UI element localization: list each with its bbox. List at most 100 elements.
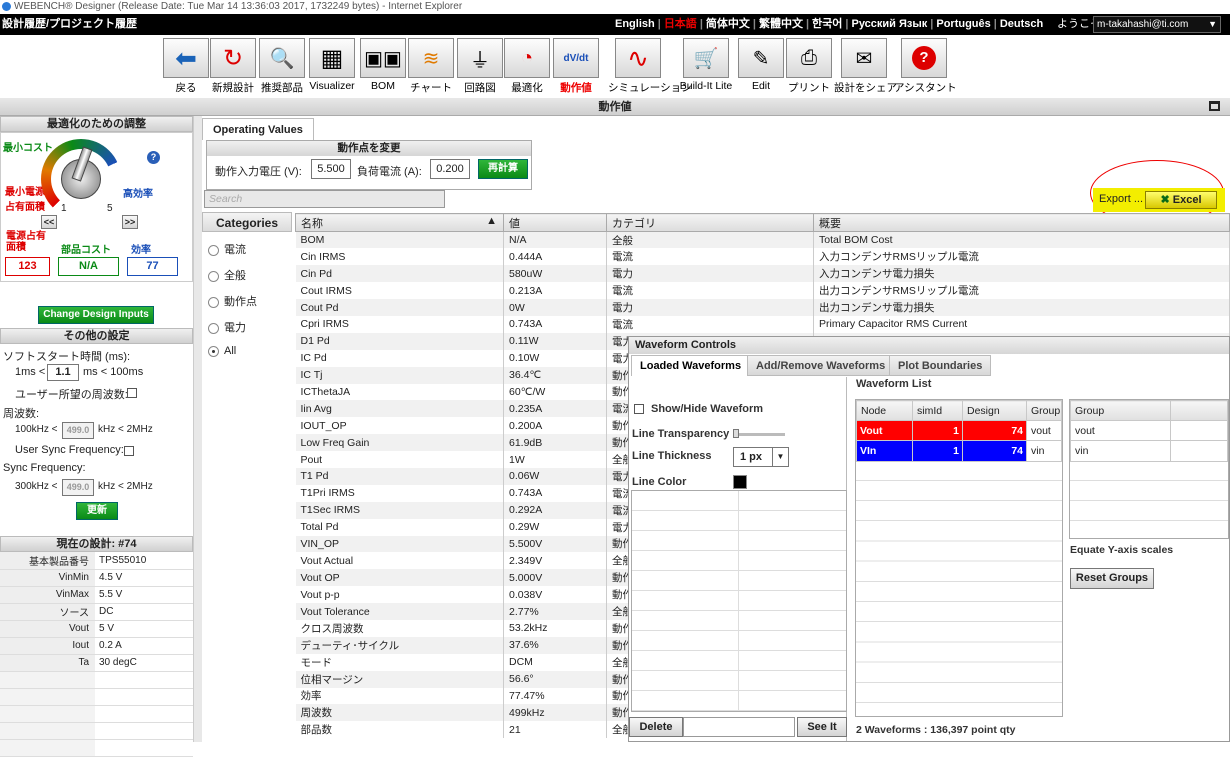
cell-value: 0.213A <box>503 282 607 300</box>
equate-y-axis-label[interactable]: Equate Y-axis scales <box>1070 544 1173 556</box>
waveform-row[interactable]: Vout 1 74 vout <box>856 420 1062 442</box>
window-title: WEBENCH® Designer (Release Date: Tue Mar… <box>14 1 463 12</box>
lang-traditional-chinese[interactable]: 繁體中文 <box>756 18 806 30</box>
user-dropdown[interactable]: m-takahashi@ti.com ▼ <box>1093 16 1221 33</box>
freq-input[interactable]: 499.0 <box>62 422 94 439</box>
reset-groups-button[interactable]: Reset Groups <box>1070 568 1154 589</box>
category-current[interactable]: 電流 <box>208 241 246 256</box>
visualizer-grid-icon: ▦ <box>309 38 355 78</box>
current-design-table: 基本製品番号 TPS55010 VinMin 4.5 V VinMax 5.5 V ソース D… <box>0 552 193 757</box>
lang-korean[interactable]: 한국어 <box>809 18 845 30</box>
lang-russian[interactable]: Русский Язык <box>849 18 931 30</box>
search-input[interactable]: Search <box>204 190 445 208</box>
update-button[interactable]: 更新 <box>76 502 118 520</box>
excel-button[interactable]: ✖ Excel <box>1145 191 1217 209</box>
lang-english[interactable]: English <box>612 18 658 30</box>
lang-german[interactable]: Deutsch <box>997 18 1046 30</box>
cell-value: 21 <box>503 721 607 739</box>
line-color-swatch[interactable] <box>733 475 747 489</box>
category-power[interactable]: 電力 <box>208 319 246 334</box>
build-it-button[interactable]: 🛒 Build-It Lite <box>676 38 736 92</box>
show-hide-label: Show/Hide Waveform <box>651 403 764 415</box>
assistant-button[interactable]: ? アシスタント <box>894 38 957 95</box>
thickness-select[interactable]: 1 px ▼ <box>733 447 789 467</box>
tab-plot-boundaries[interactable]: Plot Boundaries <box>889 355 992 376</box>
radio-selected-icon <box>208 345 219 357</box>
waveform-controls-panel: Waveform Controls Loaded Waveforms Add/R… <box>628 336 1230 742</box>
simulation-button[interactable]: ∿ シミュレーション <box>608 38 692 95</box>
vin-input[interactable]: 5.500 <box>311 159 351 179</box>
design-row: 基本製品番号 TPS55010 <box>0 552 193 570</box>
design-value: TPS55010 <box>95 552 193 570</box>
sync-input[interactable]: 499.0 <box>62 479 94 496</box>
table-row[interactable]: BOM N/A 全般 Total BOM Cost <box>295 231 1230 249</box>
design-key: Vout <box>0 620 95 638</box>
cell-value: 0.06W <box>503 467 607 485</box>
soft-start-input[interactable]: 1.1 <box>47 364 79 381</box>
col-category-header[interactable]: カテゴリ <box>606 213 814 232</box>
lang-portuguese[interactable]: Português <box>933 18 993 30</box>
show-hide-checkbox[interactable] <box>634 404 644 414</box>
user-sync-checkbox[interactable] <box>124 446 134 456</box>
table-row[interactable]: Cpri IRMS 0.743A 電流 Primary Capacitor RMS C… <box>295 315 1230 333</box>
col-name-header[interactable]: 名称 ▲ <box>295 213 504 232</box>
delete-button[interactable]: Delete <box>629 717 683 737</box>
wf-simid: 1 <box>912 420 963 442</box>
change-design-inputs-button[interactable]: Change Design Inputs <box>38 306 154 324</box>
user-freq-checkbox[interactable] <box>127 388 137 398</box>
panel-splitter[interactable] <box>193 116 202 742</box>
help-icon[interactable]: ? <box>147 151 160 164</box>
tab-loaded-waveforms[interactable]: Loaded Waveforms <box>631 355 751 376</box>
print-button[interactable]: ⎙ プリント <box>779 38 839 95</box>
design-history-link[interactable]: 設計履歴/プロジェクト履歴 <box>2 14 137 35</box>
waveform-settings: Show/Hide Waveform Line Transparency Lin… <box>629 377 847 741</box>
col-value-header[interactable]: 値 <box>503 213 607 232</box>
category-general[interactable]: 全般 <box>208 267 246 282</box>
tab-operating-values[interactable]: Operating Values <box>202 118 314 140</box>
lang-japanese[interactable]: 日本語 <box>661 18 700 30</box>
group-row[interactable]: vout <box>1070 420 1228 442</box>
transparency-slider[interactable] <box>733 433 785 436</box>
slider-handle[interactable] <box>733 429 739 438</box>
table-row[interactable]: Cout Pd 0W 電力 出力コンデンサ電力損失 <box>295 299 1230 316</box>
group-row[interactable]: vin <box>1070 440 1228 462</box>
waveform-row[interactable]: VIn 1 74 vin <box>856 440 1062 462</box>
freq-min: 100kHz < <box>15 424 58 435</box>
recalculate-button[interactable]: 再計算 <box>478 159 528 179</box>
cell-name: 位相マージン <box>295 670 504 688</box>
cell-name: D1 Pd <box>295 332 504 350</box>
table-row[interactable]: Cin Pd 580uW 電力 入力コンデンサ電力損失 <box>295 265 1230 283</box>
optimization-title: 最適化のための調整 <box>0 116 193 132</box>
col-summary-header[interactable]: 概要 <box>813 213 1230 232</box>
chevron-down-icon: ▼ <box>772 448 788 466</box>
cell-name: 部品数 <box>295 721 504 739</box>
cell-value: 0.11W <box>503 332 607 350</box>
category-operating[interactable]: 動作点 <box>208 293 257 308</box>
next-button[interactable]: >> <box>122 215 138 229</box>
category-all[interactable]: All <box>208 345 236 359</box>
see-it-button[interactable]: See It <box>797 717 847 737</box>
prev-button[interactable]: << <box>41 215 57 229</box>
table-row[interactable]: Cout IRMS 0.213A 電流 出力コンデンサRMSリップル電流 <box>295 282 1230 300</box>
operating-values-button[interactable]: dV/dt 動作値 <box>546 38 606 95</box>
table-row[interactable]: Cin IRMS 0.444A 電流 入力コンデンサRMSリップル電流 <box>295 248 1230 266</box>
tab-add-remove-waveforms[interactable]: Add/Remove Waveforms <box>747 355 895 376</box>
restore-window-icon[interactable] <box>1209 101 1220 111</box>
category-general-label: 全般 <box>224 270 246 282</box>
cell-summary: Total BOM Cost <box>813 231 1230 249</box>
build-it-label: Build-It Lite <box>679 80 733 92</box>
waveform-name-input[interactable] <box>683 717 795 737</box>
share-design-button[interactable]: ✉ 設計をシェア <box>834 38 897 95</box>
cell-value: 5.000V <box>503 569 607 587</box>
cell-value: DCM <box>503 653 607 671</box>
cell-name: 効率 <box>295 687 504 705</box>
operating-point-title: 動作点を変更 <box>207 141 531 156</box>
cell-name: Vout Actual <box>295 552 504 570</box>
cell-name: IC Pd <box>295 349 504 367</box>
design-value: 0.2 A <box>95 637 193 655</box>
lang-simplified-chinese[interactable]: 简体中文 <box>703 18 753 30</box>
cell-name: Total Pd <box>295 518 504 536</box>
iout-input[interactable]: 0.200 <box>430 159 470 179</box>
cell-value: 0.038V <box>503 586 607 604</box>
cell-name: T1Pri IRMS <box>295 484 504 502</box>
